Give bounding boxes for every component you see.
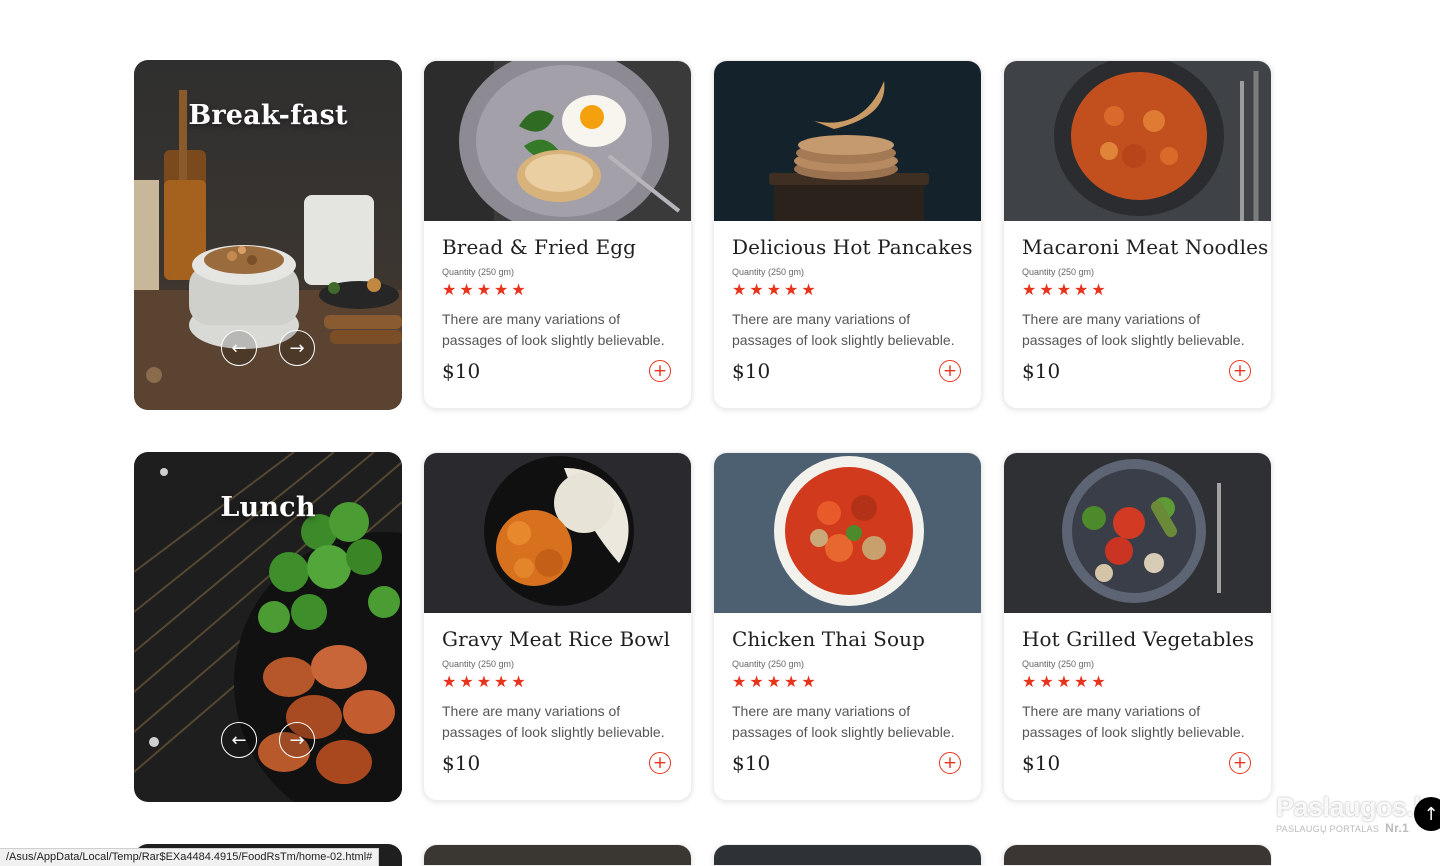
prev-arrow-button[interactable]: ←: [221, 330, 257, 366]
star-icon: ★: [1091, 672, 1106, 691]
star-icon: ★: [749, 280, 764, 299]
food-card[interactable]: Hot Grilled Vegetables Quantity (250 gm)…: [1003, 452, 1272, 801]
food-price: $10: [442, 751, 481, 775]
add-to-cart-button[interactable]: +: [1229, 360, 1251, 382]
food-quantity: Quantity (250 gm): [732, 267, 805, 277]
food-description: There are many variations of passages of…: [732, 311, 955, 348]
star-icon: ★: [1039, 672, 1054, 691]
rating-stars: ★ ★ ★ ★ ★: [1022, 281, 1253, 299]
star-icon: ★: [459, 672, 474, 691]
star-icon: ★: [442, 280, 457, 299]
star-icon: ★: [494, 672, 509, 691]
food-title: Macaroni Meat Noodles: [1022, 235, 1269, 259]
browser-status-url: /Asus/AppData/Local/Temp/Rar$EXa4484.491…: [0, 848, 380, 866]
add-to-cart-button[interactable]: +: [649, 752, 671, 774]
star-icon: ★: [1091, 280, 1106, 299]
food-quantity: Quantity (250 gm): [442, 267, 515, 277]
food-title: Gravy Meat Rice Bowl: [442, 627, 671, 651]
breakfast-category-card: Break-fast ← →: [134, 60, 402, 410]
food-description: There are many variations of passages of…: [1022, 311, 1245, 348]
rating-stars: ★ ★ ★ ★ ★: [1022, 673, 1253, 691]
food-image: [714, 61, 981, 221]
breakfast-section: Break-fast ← → Bread & Fried Egg Quantit…: [134, 60, 1272, 410]
star-icon: ★: [1056, 672, 1072, 691]
food-price: $10: [442, 359, 481, 383]
food-price: $10: [1022, 359, 1061, 383]
food-card[interactable]: Bread & Fried Egg Quantity (250 gm) ★ ★ ★ ★…: [423, 60, 692, 409]
watermark-title: Paslaugos.lt: [1276, 792, 1430, 822]
star-icon: ★: [511, 672, 526, 691]
food-image: [424, 61, 691, 221]
scroll-to-top-button[interactable]: ↑: [1414, 797, 1440, 831]
food-title: Delicious Hot Pancakes: [732, 235, 973, 259]
category-title: Break-fast: [188, 100, 348, 131]
food-description: There are many variations of passages of…: [1022, 703, 1245, 740]
food-quantity: Quantity (250 gm): [442, 659, 515, 669]
star-icon: ★: [1022, 280, 1037, 299]
carousel-controls: ← →: [134, 722, 402, 758]
food-image: [1004, 61, 1271, 221]
food-title: Hot Grilled Vegetables: [1022, 627, 1255, 651]
add-to-cart-button[interactable]: +: [939, 360, 961, 382]
star-icon: ★: [801, 672, 816, 691]
add-to-cart-button[interactable]: +: [939, 752, 961, 774]
food-image: [424, 453, 691, 613]
star-icon: ★: [801, 280, 816, 299]
food-card[interactable]: Gravy Meat Rice Bowl Quantity (250 gm) ★…: [423, 452, 692, 801]
next-arrow-button[interactable]: →: [279, 330, 315, 366]
star-icon: ★: [1074, 280, 1089, 299]
food-image: [1004, 453, 1271, 613]
star-icon: ★: [1074, 672, 1089, 691]
star-icon: ★: [732, 280, 747, 299]
prev-arrow-button[interactable]: ←: [221, 722, 257, 758]
next-arrow-button[interactable]: →: [279, 722, 315, 758]
carousel-controls: ← →: [134, 330, 402, 366]
star-icon: ★: [494, 280, 509, 299]
star-icon: ★: [1022, 672, 1037, 691]
food-title: Bread & Fried Egg: [442, 235, 637, 259]
food-price: $10: [732, 751, 771, 775]
star-icon: ★: [749, 672, 764, 691]
rating-stars: ★ ★ ★ ★ ★: [442, 281, 673, 299]
food-title: Chicken Thai Soup: [732, 627, 925, 651]
star-icon: ★: [1056, 280, 1072, 299]
category-title: Lunch: [220, 492, 316, 523]
food-card[interactable]: Chicken Thai Soup Quantity (250 gm) ★ ★ ★ ★…: [713, 452, 982, 801]
lunch-category-card: Lunch ← →: [134, 452, 402, 802]
food-card-partial: [423, 844, 692, 866]
watermark-logo: Paslaugos.lt PASLAUGŲ PORTALAS Nr.1: [1276, 792, 1430, 842]
watermark-subtitle: PASLAUGŲ PORTALAS Nr.1: [1276, 821, 1410, 835]
star-icon: ★: [476, 672, 492, 691]
star-icon: ★: [766, 672, 782, 691]
food-card[interactable]: Delicious Hot Pancakes Quantity (250 gm)…: [713, 60, 982, 409]
star-icon: ★: [1039, 280, 1054, 299]
rating-stars: ★ ★ ★ ★ ★: [442, 673, 673, 691]
food-quantity: Quantity (250 gm): [1022, 659, 1095, 669]
star-icon: ★: [476, 280, 492, 299]
rating-stars: ★ ★ ★ ★ ★: [732, 673, 963, 691]
star-icon: ★: [732, 672, 747, 691]
food-card-partial: [713, 844, 982, 866]
food-price: $10: [1022, 751, 1061, 775]
food-card-partial: [1003, 844, 1272, 866]
star-icon: ★: [459, 280, 474, 299]
food-description: There are many variations of passages of…: [442, 311, 665, 348]
star-icon: ★: [784, 672, 799, 691]
food-quantity: Quantity (250 gm): [1022, 267, 1095, 277]
food-description: There are many variations of passages of…: [732, 703, 955, 740]
add-to-cart-button[interactable]: +: [649, 360, 671, 382]
add-to-cart-button[interactable]: +: [1229, 752, 1251, 774]
food-card[interactable]: Macaroni Meat Noodles Quantity (250 gm) …: [1003, 60, 1272, 409]
star-icon: ★: [442, 672, 457, 691]
food-image: [714, 453, 981, 613]
star-icon: ★: [784, 280, 799, 299]
food-description: There are many variations of passages of…: [442, 703, 665, 740]
rating-stars: ★ ★ ★ ★ ★: [732, 281, 963, 299]
star-icon: ★: [766, 280, 782, 299]
food-price: $10: [732, 359, 771, 383]
lunch-section: Lunch ← → Gravy Meat Rice Bowl Quantity …: [134, 452, 1272, 802]
food-quantity: Quantity (250 gm): [732, 659, 805, 669]
star-icon: ★: [511, 280, 526, 299]
